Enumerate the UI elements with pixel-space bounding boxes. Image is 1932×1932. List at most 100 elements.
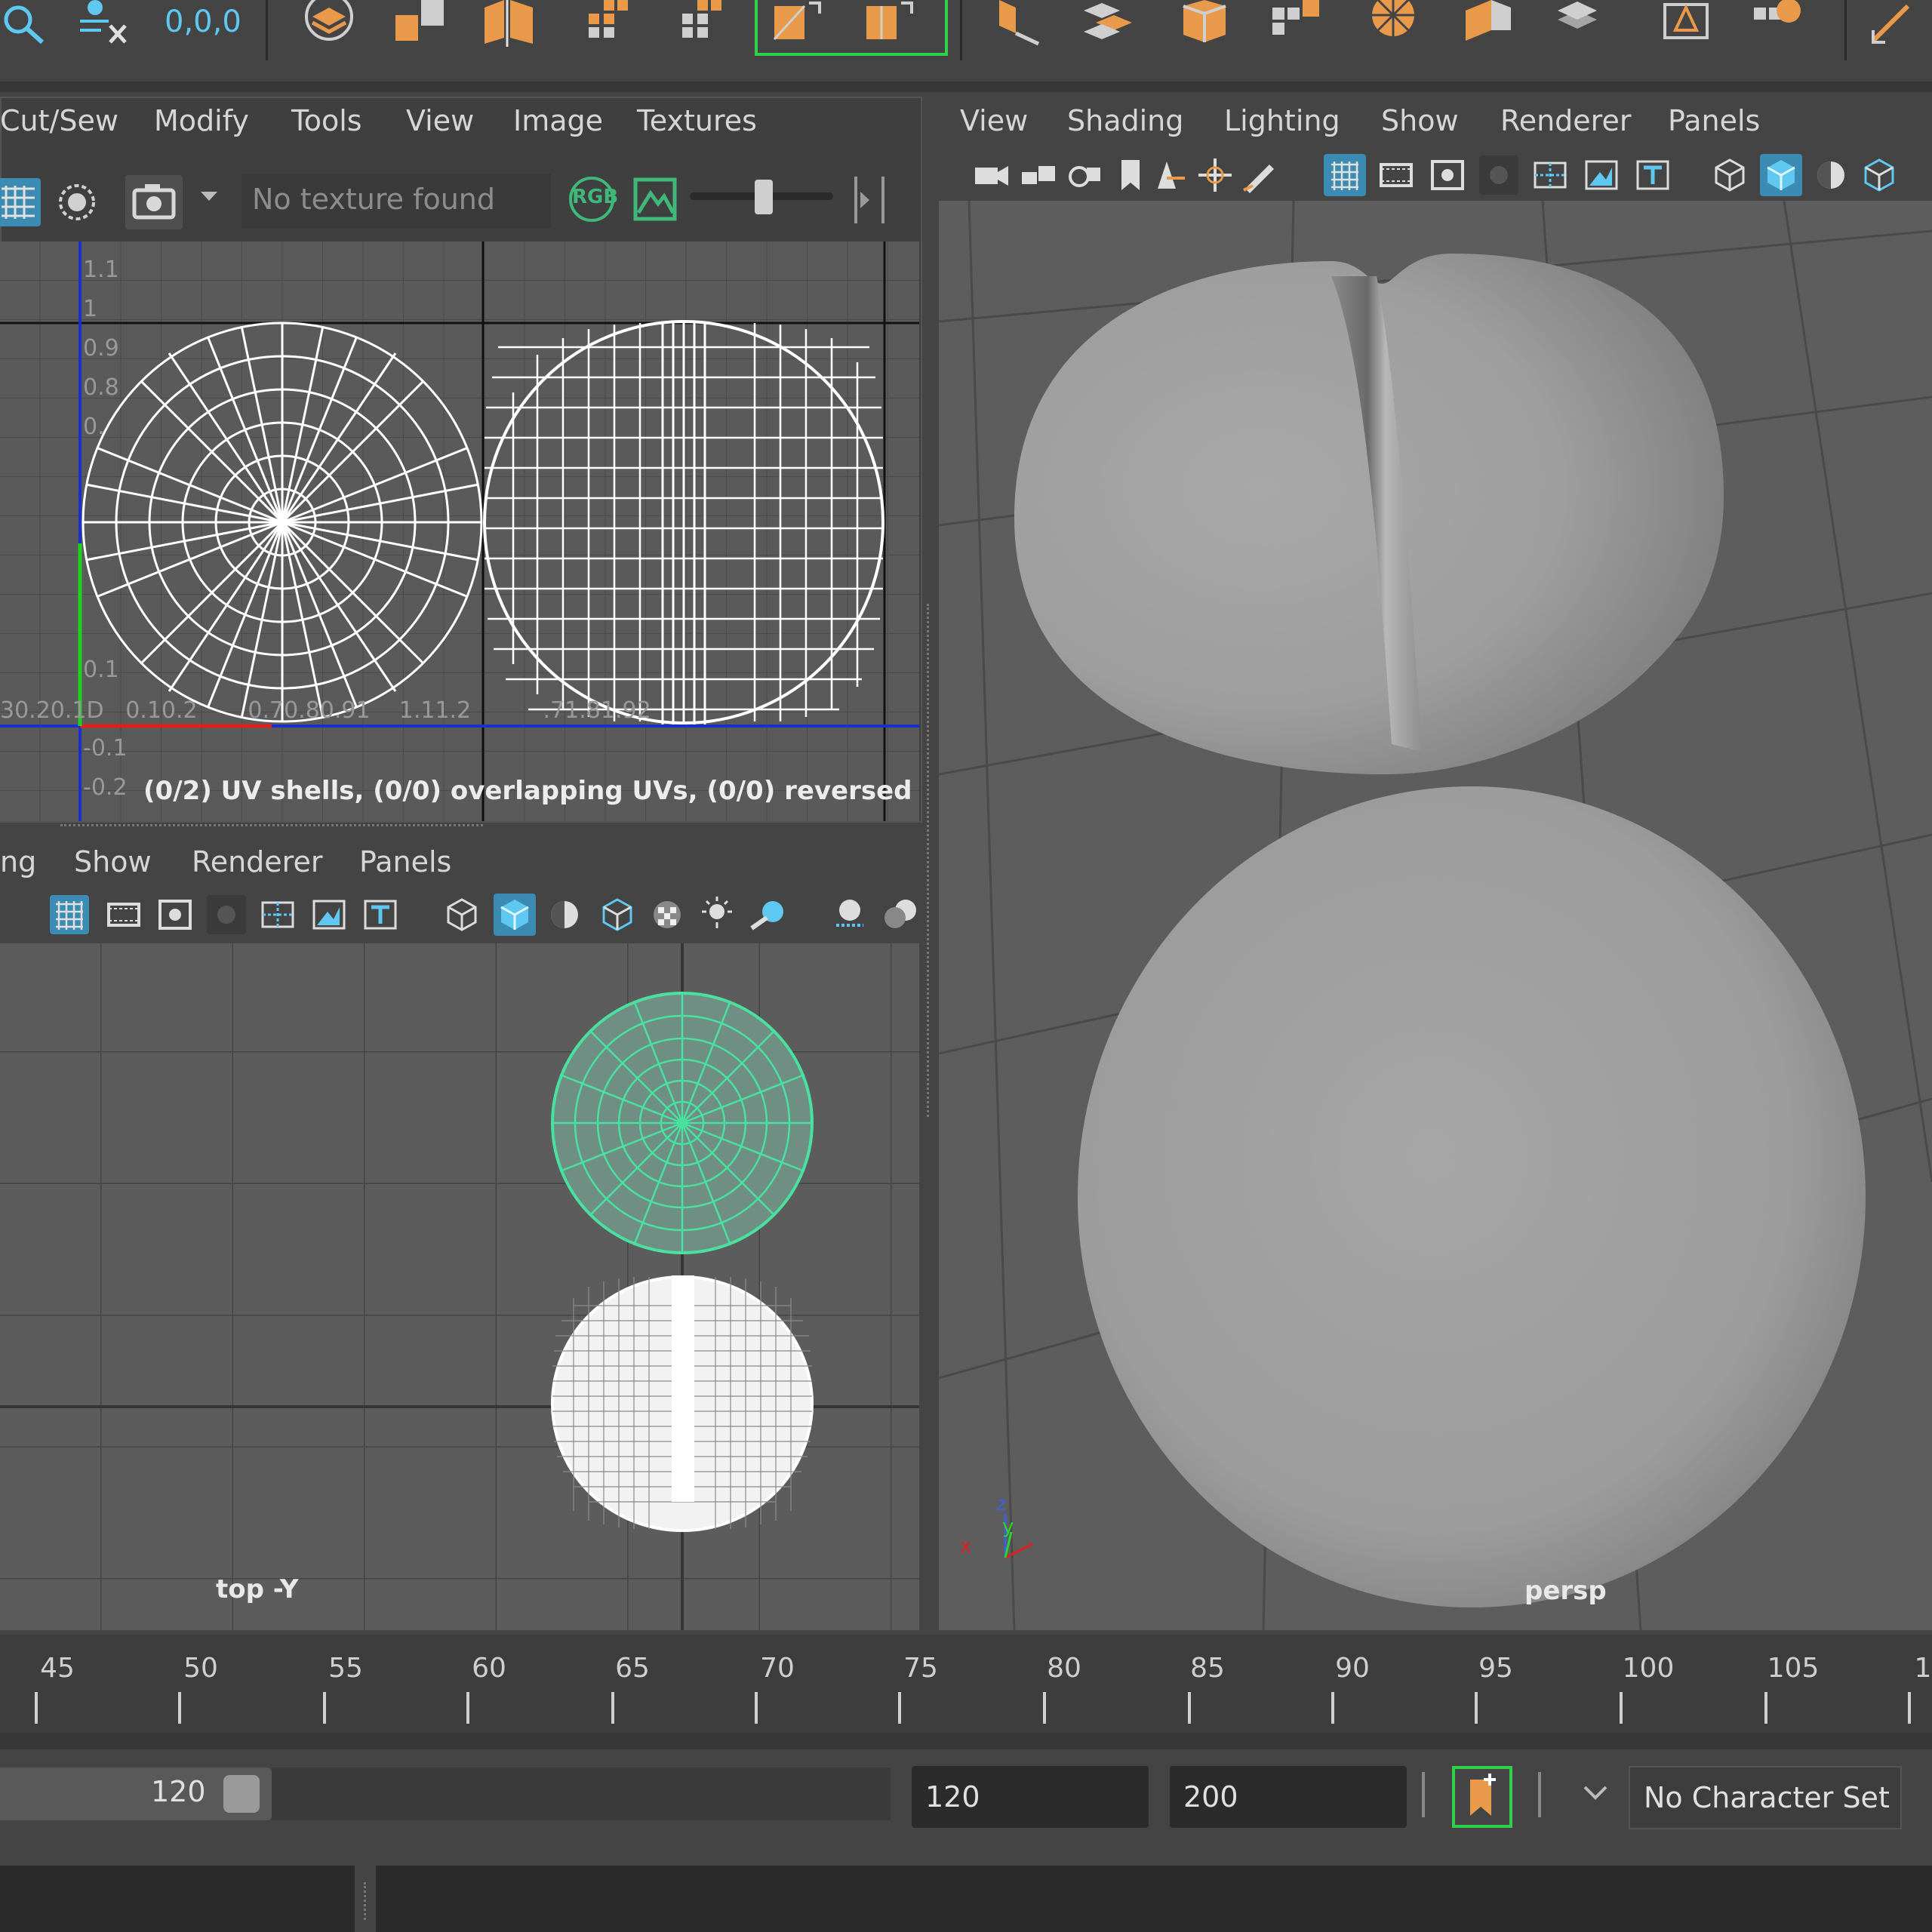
cut-icon[interactable] xyxy=(483,0,537,47)
uv-axis-label: 1 xyxy=(83,296,98,322)
layout-uv-icon[interactable] xyxy=(302,0,356,47)
rgb-channel-button[interactable]: RGB xyxy=(565,175,619,223)
uv-menu-cut-sew[interactable]: Cut/Sew xyxy=(0,104,118,137)
layout-icon[interactable] xyxy=(1660,0,1715,47)
resolution-gate-icon[interactable] xyxy=(1428,155,1467,195)
grid-toggle-button[interactable] xyxy=(0,178,41,226)
image-display-icon[interactable] xyxy=(631,175,679,223)
uv-axis-label: -0.1 xyxy=(83,735,128,761)
distort-icon[interactable] xyxy=(1461,0,1515,47)
camera-lock-icon[interactable] xyxy=(1019,155,1058,195)
panel-splitter[interactable] xyxy=(60,824,483,829)
field-chart-icon[interactable] xyxy=(1531,155,1570,195)
command-input[interactable] xyxy=(376,1866,1932,1932)
safe-title-icon[interactable] xyxy=(1633,155,1672,195)
camera-select-icon[interactable] xyxy=(972,155,1011,195)
smooth-shade-button[interactable] xyxy=(1760,154,1802,196)
persp-menu-view[interactable]: View xyxy=(960,104,1028,137)
safe-action-icon[interactable] xyxy=(309,895,349,934)
film-gate-icon[interactable] xyxy=(104,895,143,934)
chevron-down-icon[interactable] xyxy=(1582,1784,1609,1802)
chevron-down-icon[interactable] xyxy=(198,189,220,204)
uv-menu-tools[interactable]: Tools xyxy=(291,104,362,137)
wireframe-icon[interactable] xyxy=(1710,155,1749,195)
cube-icon[interactable] xyxy=(1177,0,1232,47)
snap-icon[interactable] xyxy=(1366,0,1420,47)
persp-menu-renderer[interactable]: Renderer xyxy=(1500,104,1631,137)
persp-menu-show[interactable]: Show xyxy=(1381,104,1459,137)
timeline-tick xyxy=(1908,1692,1911,1724)
camera-attributes-icon[interactable] xyxy=(1064,155,1103,195)
grid-toggle-button[interactable] xyxy=(1324,154,1366,196)
resolution-gate-icon[interactable] xyxy=(155,895,195,934)
motion-blur-icon[interactable] xyxy=(880,895,919,934)
playback-start-field[interactable]: 120 xyxy=(912,1766,1149,1828)
persp-menu-panels[interactable]: Panels xyxy=(1668,104,1760,137)
uv-viewport[interactable]: 1.1 1 0.9 0.8 0. 0.1 -0.1 -0.2 30.20.1D … xyxy=(0,242,919,821)
uv-menu-textures[interactable]: Textures xyxy=(637,104,757,137)
command-splitter[interactable] xyxy=(364,1882,369,1920)
time-slider[interactable] xyxy=(0,1635,1932,1733)
auto-key-button[interactable] xyxy=(1452,1766,1512,1828)
texture-field[interactable]: No texture found xyxy=(242,174,551,228)
grid-toggle-button[interactable] xyxy=(50,895,89,934)
snapshot-icon[interactable] xyxy=(53,178,101,226)
shaded-wireframe-icon[interactable] xyxy=(545,895,584,934)
lighting-icon[interactable] xyxy=(697,895,737,934)
top-viewport[interactable]: top -Y xyxy=(0,943,919,1630)
ambient-occlusion-icon[interactable] xyxy=(830,895,869,934)
texel-icon[interactable] xyxy=(1555,0,1609,47)
checker-icon[interactable] xyxy=(672,0,726,47)
checker-icon[interactable] xyxy=(648,895,687,934)
command-language-field[interactable] xyxy=(0,1866,355,1932)
smooth-shade-button[interactable] xyxy=(494,894,536,936)
wireframe-icon[interactable] xyxy=(442,895,481,934)
uv-menu-image[interactable]: Image xyxy=(513,104,603,137)
grease-pencil-icon[interactable] xyxy=(1239,155,1278,195)
uv-menu-modify[interactable]: Modify xyxy=(154,104,249,137)
shadows-icon[interactable] xyxy=(749,895,788,934)
texture-field-label: No texture found xyxy=(252,183,495,216)
gate-mask-button[interactable] xyxy=(207,895,246,934)
timeline-tick xyxy=(1043,1692,1046,1724)
top-menu-renderer[interactable]: Renderer xyxy=(192,845,322,878)
gate-mask-button[interactable] xyxy=(1479,155,1518,195)
expand-toolbar-icon[interactable] xyxy=(850,174,892,226)
spherical-map-icon[interactable] xyxy=(993,0,1048,47)
two-d-pan-icon[interactable] xyxy=(1195,155,1235,195)
cylindrical-map-icon[interactable] xyxy=(863,0,918,47)
range-track[interactable] xyxy=(272,1767,891,1820)
textured-icon[interactable] xyxy=(1860,155,1899,195)
image-plane-icon[interactable] xyxy=(1152,155,1191,195)
safe-title-icon[interactable] xyxy=(361,895,400,934)
cut-icon[interactable] xyxy=(1870,0,1924,47)
camera-search-icon[interactable] xyxy=(0,0,54,47)
unfold-icon[interactable] xyxy=(581,0,635,47)
exposure-slider-handle[interactable] xyxy=(755,180,773,214)
persp-viewport[interactable]: x z y persp xyxy=(939,201,1932,1630)
persp-menu-shading[interactable]: Shading xyxy=(1067,104,1183,137)
bookmark-icon[interactable] xyxy=(1111,155,1150,195)
grid-icon[interactable] xyxy=(1269,0,1324,47)
film-gate-icon[interactable] xyxy=(1377,155,1416,195)
persp-menu-lighting[interactable]: Lighting xyxy=(1224,104,1340,137)
character-set-dropdown[interactable]: No Character Set xyxy=(1629,1766,1902,1829)
timeline-tick xyxy=(466,1692,469,1724)
top-menu-show[interactable]: Show xyxy=(74,845,152,878)
auto-map-icon[interactable] xyxy=(1081,0,1135,47)
sew-icon[interactable] xyxy=(392,0,447,47)
shaded-wireframe-icon[interactable] xyxy=(1811,155,1850,195)
field-chart-icon[interactable] xyxy=(258,895,297,934)
select-clear-icon[interactable] xyxy=(75,0,130,47)
top-menu-panels[interactable]: Panels xyxy=(359,845,451,878)
uv-menu-view[interactable]: View xyxy=(406,104,474,137)
camera-button[interactable] xyxy=(125,175,183,229)
distort-icon[interactable] xyxy=(1751,0,1805,47)
splitter-grip[interactable] xyxy=(927,604,932,1117)
textured-icon[interactable] xyxy=(598,895,637,934)
top-menu-shading[interactable]: ng xyxy=(0,845,36,878)
playback-end-field[interactable]: 200 xyxy=(1170,1766,1407,1828)
planar-map-icon[interactable] xyxy=(771,0,826,47)
safe-action-icon[interactable] xyxy=(1582,155,1621,195)
range-slider-handle[interactable] xyxy=(223,1775,260,1813)
